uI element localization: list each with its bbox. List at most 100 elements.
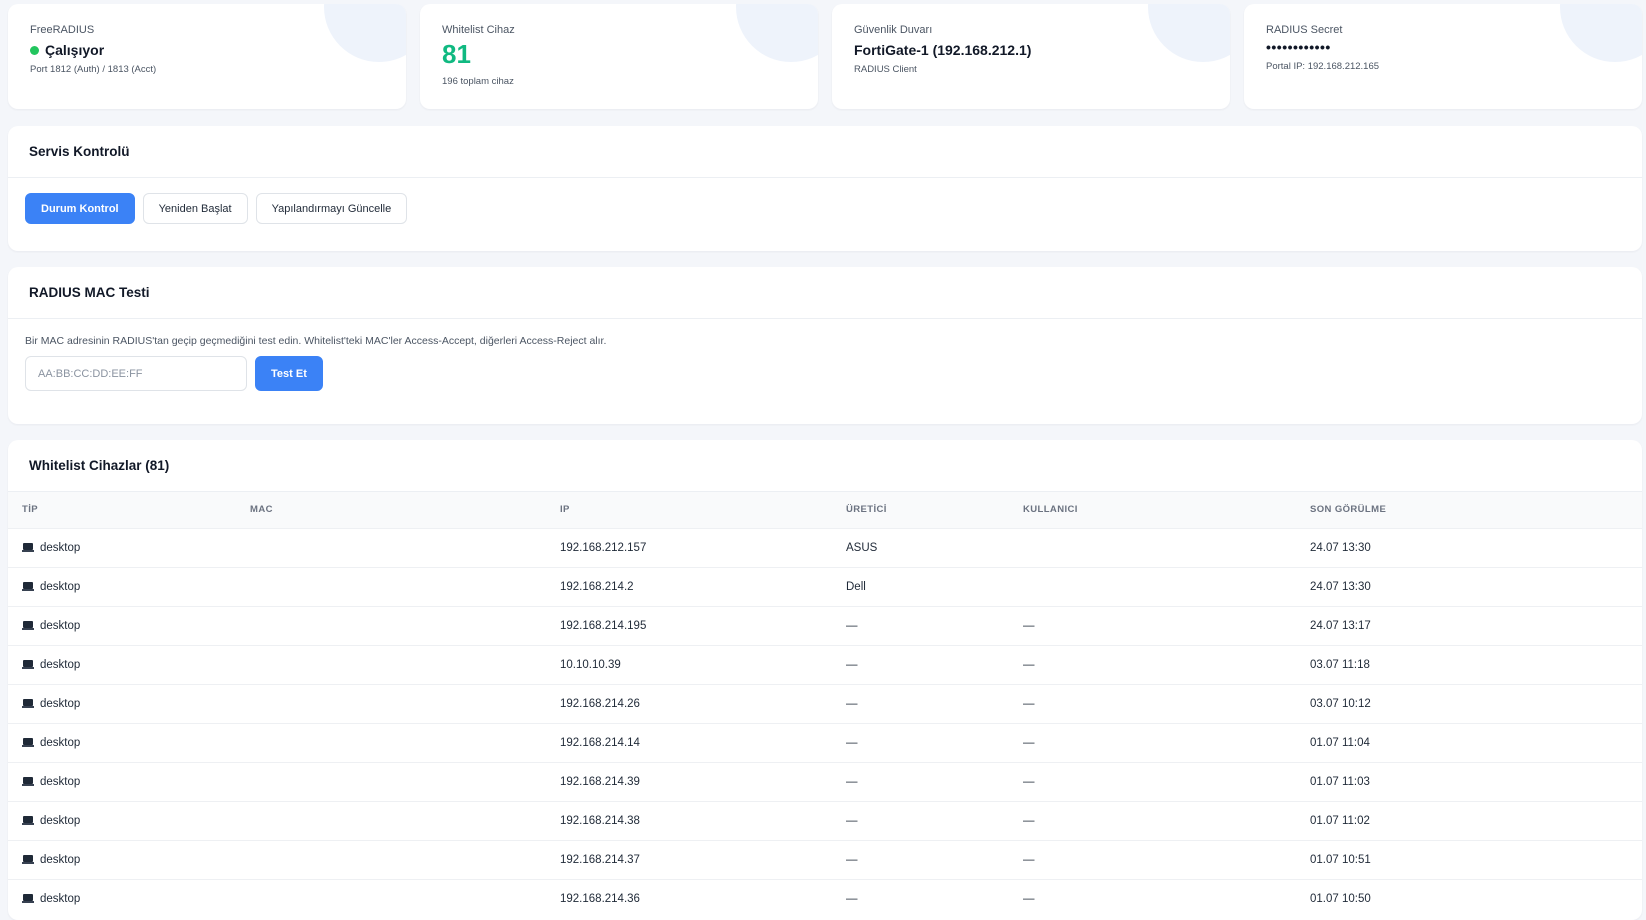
table-row[interactable]: desktop 192.168.214.26— —03.07 10:12 [8,683,1642,723]
restart-button[interactable]: Yeniden Başlat [142,193,248,224]
table-row[interactable]: desktop 192.168.214.14— —01.07 11:04 [8,722,1642,762]
cell-ip: 192.168.214.26 [546,683,832,723]
cell-last-seen: 24.07 13:30 [1296,527,1642,567]
stat-card-secret: RADIUS Secret •••••••••••• Portal IP: 19… [1244,4,1642,109]
status-dot-icon [30,45,39,55]
stat-card-firewall: Güvenlik Duvarı FortiGate-1 (192.168.212… [832,4,1230,109]
update-config-button[interactable]: Yapılandırmayı Güncelle [255,193,408,224]
cell-type: desktop [8,605,236,645]
cell-user: — [1009,839,1296,879]
cell-type: desktop [8,839,236,879]
cell-ip: 192.168.214.14 [546,722,832,762]
service-status-text: Çalışıyor [45,42,105,58]
cell-mac [236,644,546,684]
cell-type: desktop [8,683,236,723]
cell-vendor: — [832,839,1009,879]
cell-ip: 192.168.214.2 [546,566,832,606]
panel-title: RADIUS MAC Testi [8,267,1642,319]
cell-last-seen: 24.07 13:17 [1296,605,1642,645]
panel-title: Whitelist Cihazlar (81) [8,440,1642,492]
cell-last-seen: 03.07 11:18 [1296,644,1642,684]
mac-test-panel: RADIUS MAC Testi Bir MAC adresinin RADIU… [8,267,1642,424]
whitelist-table: TİP MAC IP ÜRETİCİ KULLANICI SON GÖRÜLME… [8,492,1642,918]
table-row[interactable]: desktop 192.168.214.37— —01.07 10:51 [8,839,1642,879]
cell-type: desktop [8,761,236,801]
table-row[interactable]: desktop 192.168.214.195— —24.07 13:17 [8,605,1642,645]
device-type: desktop [40,697,81,710]
mac-test-description: Bir MAC adresinin RADIUS'tan geçip geçme… [25,335,607,347]
mac-test-form: Test Et [8,347,1642,400]
laptop-icon [22,542,34,553]
cell-user: — [1009,605,1296,645]
cell-last-seen: 01.07 10:50 [1296,878,1642,918]
cell-user: — [1009,644,1296,684]
cell-last-seen: 03.07 10:12 [1296,683,1642,723]
table-row[interactable]: desktop 192.168.214.39— —01.07 11:03 [8,761,1642,801]
cell-ip: 10.10.10.39 [546,644,832,684]
cell-mac [236,761,546,801]
cell-last-seen: 01.07 10:51 [1296,839,1642,879]
column-header-mac[interactable]: MAC [236,492,546,528]
cell-type: desktop [8,800,236,840]
device-type: desktop [40,580,81,593]
stat-card-freeradius: FreeRADIUS Çalışıyor Port 1812 (Auth) / … [8,4,406,109]
cell-vendor: — [832,722,1009,762]
cell-vendor: — [832,761,1009,801]
whitelist-panel: Whitelist Cihazlar (81) TİP MAC IP ÜRETİ… [8,440,1642,920]
cell-user: — [1009,722,1296,762]
cell-last-seen: 01.07 11:02 [1296,800,1642,840]
laptop-icon [22,659,34,670]
cell-user [1009,527,1296,567]
radius-secret-masked: •••••••••••• [1266,39,1331,55]
device-type: desktop [40,775,81,788]
cell-ip: 192.168.214.37 [546,839,832,879]
device-type: desktop [40,658,81,671]
cell-vendor: — [832,644,1009,684]
cell-user: — [1009,878,1296,918]
panel-title: Servis Kontrolü [8,126,1642,178]
cell-vendor: — [832,605,1009,645]
device-type: desktop [40,892,81,905]
stats-row: FreeRADIUS Çalışıyor Port 1812 (Auth) / … [8,4,1642,109]
cell-mac [236,605,546,645]
device-type: desktop [40,619,81,632]
whitelist-count: 81 [442,39,471,69]
cell-user: — [1009,761,1296,801]
cell-mac [236,566,546,606]
column-header-ip[interactable]: IP [546,492,832,528]
column-header-type[interactable]: TİP [8,492,236,528]
cell-vendor: — [832,878,1009,918]
table-header-row: TİP MAC IP ÜRETİCİ KULLANICI SON GÖRÜLME [8,492,1642,528]
cell-type: desktop [8,566,236,606]
column-header-last-seen[interactable]: SON GÖRÜLME [1296,492,1642,528]
stat-label: Güvenlik Duvarı [854,24,933,36]
cell-mac [236,527,546,567]
device-type: desktop [40,814,81,827]
cell-mac [236,722,546,762]
cell-last-seen: 01.07 11:04 [1296,722,1642,762]
status-check-button[interactable]: Durum Kontrol [25,193,135,224]
cell-user [1009,566,1296,606]
stat-sub: Portal IP: 192.168.212.165 [1266,61,1380,72]
device-type: desktop [40,736,81,749]
table-row[interactable]: desktop 192.168.212.157 ASUS 24.07 13:30 [8,527,1642,567]
test-button[interactable]: Test Et [255,356,323,391]
cell-mac [236,800,546,840]
stat-value: Çalışıyor [30,42,384,58]
mac-address-input[interactable] [25,356,247,391]
cell-mac [236,683,546,723]
cell-type: desktop [8,644,236,684]
cell-type: desktop [8,878,236,918]
stat-label: Whitelist Cihaz [442,24,515,36]
table-row[interactable]: desktop 192.168.214.2 Dell 24.07 13:30 [8,566,1642,606]
table-row[interactable]: desktop 192.168.214.38— —01.07 11:02 [8,800,1642,840]
table-row[interactable]: desktop 10.10.10.39— —03.07 11:18 [8,644,1642,684]
column-header-user[interactable]: KULLANICI [1009,492,1296,528]
cell-ip: 192.168.214.36 [546,878,832,918]
laptop-icon [22,776,34,787]
cell-type: desktop [8,722,236,762]
cell-vendor: — [832,800,1009,840]
table-row[interactable]: desktop 192.168.214.36— —01.07 10:50 [8,878,1642,918]
cell-type: desktop [8,527,236,567]
column-header-vendor[interactable]: ÜRETİCİ [832,492,1009,528]
